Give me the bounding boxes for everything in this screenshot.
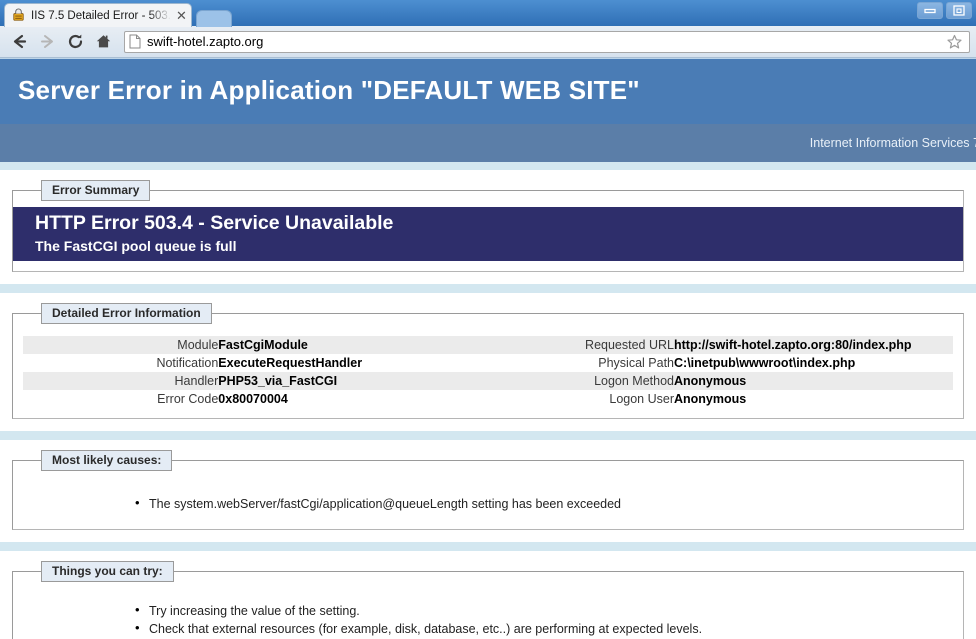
list-item: Check that external resources (for examp…: [135, 619, 953, 638]
page-icon: [129, 34, 141, 49]
url-text[interactable]: swift-hotel.zapto.org: [147, 34, 946, 49]
forward-button[interactable]: [34, 29, 60, 55]
page-viewport: Server Error in Application "DEFAULT WEB…: [0, 58, 976, 639]
page-title: Server Error in Application "DEFAULT WEB…: [18, 75, 640, 105]
detail-key: Error Code: [157, 391, 219, 406]
new-tab-button[interactable]: [195, 10, 232, 27]
detail-value: FastCgiModule: [218, 335, 488, 354]
error-page-body: Error Summary HTTP Error 503.4 - Service…: [0, 162, 976, 639]
table-row: Notification ExecuteRequestHandler: [23, 354, 488, 372]
tab-title: IIS 7.5 Detailed Error - 503.: [31, 9, 171, 22]
browser-window: IIS 7.5 Detailed Error - 503. ✕ swift-ho…: [0, 0, 976, 639]
detail-value: PHP53_via_FastCGI: [218, 371, 488, 390]
detailed-error-fieldset: Detailed Error Information Module FastCg…: [12, 302, 964, 419]
maximize-button[interactable]: [946, 2, 972, 19]
forward-arrow-icon: [40, 35, 53, 48]
home-button[interactable]: [90, 29, 116, 55]
reload-icon: [68, 34, 82, 49]
home-icon: [96, 35, 110, 48]
table-row: Error Code 0x80070004: [23, 390, 488, 408]
table-row: Physical Path C:\inetpub\wwwroot\index.p…: [488, 354, 953, 372]
error-summary-band: HTTP Error 503.4 - Service Unavailable T…: [13, 207, 963, 261]
detail-value: 0x80070004: [218, 391, 288, 406]
detailed-error-panel: Detailed Error Information Module FastCg…: [0, 292, 976, 431]
things-you-can-try-legend: Things you can try:: [41, 560, 174, 582]
error-subheading: The FastCGI pool queue is full: [35, 238, 237, 255]
detailed-error-legend: Detailed Error Information: [41, 302, 212, 324]
detail-key: Logon User: [609, 391, 674, 406]
maximize-icon: [953, 5, 965, 16]
detail-key: Module: [23, 335, 219, 354]
detail-column-left: Module FastCgiModule Notification Execut…: [23, 335, 488, 408]
error-page-header: Server Error in Application "DEFAULT WEB…: [0, 58, 976, 124]
reload-button[interactable]: [62, 29, 88, 55]
window-controls: [917, 2, 972, 19]
detail-value: http://swift-hotel.zapto.org:80/index.ph…: [674, 335, 953, 354]
list-item: Try increasing the value of the setting.: [135, 601, 953, 620]
most-likely-causes-list: The system.webServer/fastCgi/application…: [23, 494, 953, 513]
detail-value: C:\inetpub\wwwroot\index.php: [674, 355, 856, 370]
server-version-label: Internet Information Services 7: [809, 136, 976, 150]
error-summary-fieldset: Error Summary HTTP Error 503.4 - Service…: [12, 180, 964, 272]
detail-value: Anonymous: [674, 391, 747, 406]
things-you-can-try-list: Try increasing the value of the setting.…: [23, 601, 953, 639]
list-item: The system.webServer/fastCgi/application…: [135, 494, 953, 513]
table-row: Handler PHP53_via_FastCGI: [23, 371, 488, 390]
things-you-can-try-panel: Things you can try: Try increasing the v…: [0, 550, 976, 639]
detail-key: Requested URL: [488, 335, 674, 354]
detail-value: ExecuteRequestHandler: [218, 355, 363, 370]
error-summary-legend: Error Summary: [41, 180, 151, 201]
table-row: Logon User Anonymous: [488, 390, 953, 408]
browser-tab[interactable]: IIS 7.5 Detailed Error - 503. ✕: [4, 3, 192, 27]
address-bar[interactable]: swift-hotel.zapto.org: [124, 30, 970, 53]
table-row: Requested URL http://swift-hotel.zapto.o…: [488, 335, 953, 354]
back-arrow-icon: [13, 34, 26, 49]
table-row: Module FastCgiModule: [23, 335, 488, 354]
detail-value: Anonymous: [674, 371, 953, 390]
minimize-button[interactable]: [917, 2, 943, 19]
browser-toolbar: swift-hotel.zapto.org: [0, 26, 976, 58]
detail-key: Notification: [156, 355, 219, 370]
table-row: Logon Method Anonymous: [488, 371, 953, 390]
things-you-can-try-fieldset: Things you can try: Try increasing the v…: [12, 560, 964, 639]
detailed-error-grid: Module FastCgiModule Notification Execut…: [23, 330, 953, 408]
server-version-bar: Internet Information Services 7: [0, 124, 976, 162]
most-likely-causes-fieldset: Most likely causes: The system.webServer…: [12, 449, 964, 530]
detail-table-left: Module FastCgiModule Notification Execut…: [23, 335, 488, 408]
detail-key: Physical Path: [598, 355, 674, 370]
browser-titlebar: IIS 7.5 Detailed Error - 503. ✕: [0, 0, 976, 27]
bookmark-star-icon[interactable]: [946, 34, 963, 50]
back-button[interactable]: [6, 29, 32, 55]
tab-close-icon[interactable]: ✕: [176, 9, 187, 22]
detail-table-right: Requested URL http://swift-hotel.zapto.o…: [488, 335, 953, 408]
most-likely-causes-legend: Most likely causes:: [41, 449, 173, 471]
iis-favicon: [13, 8, 24, 21]
detail-column-right: Requested URL http://swift-hotel.zapto.o…: [488, 335, 953, 408]
error-heading: HTTP Error 503.4 - Service Unavailable: [35, 212, 394, 234]
error-summary-panel: Error Summary HTTP Error 503.4 - Service…: [0, 170, 976, 284]
detail-key: Handler: [23, 371, 219, 390]
detail-key: Logon Method: [488, 371, 674, 390]
minimize-icon: [924, 8, 936, 14]
most-likely-causes-panel: Most likely causes: The system.webServer…: [0, 439, 976, 542]
